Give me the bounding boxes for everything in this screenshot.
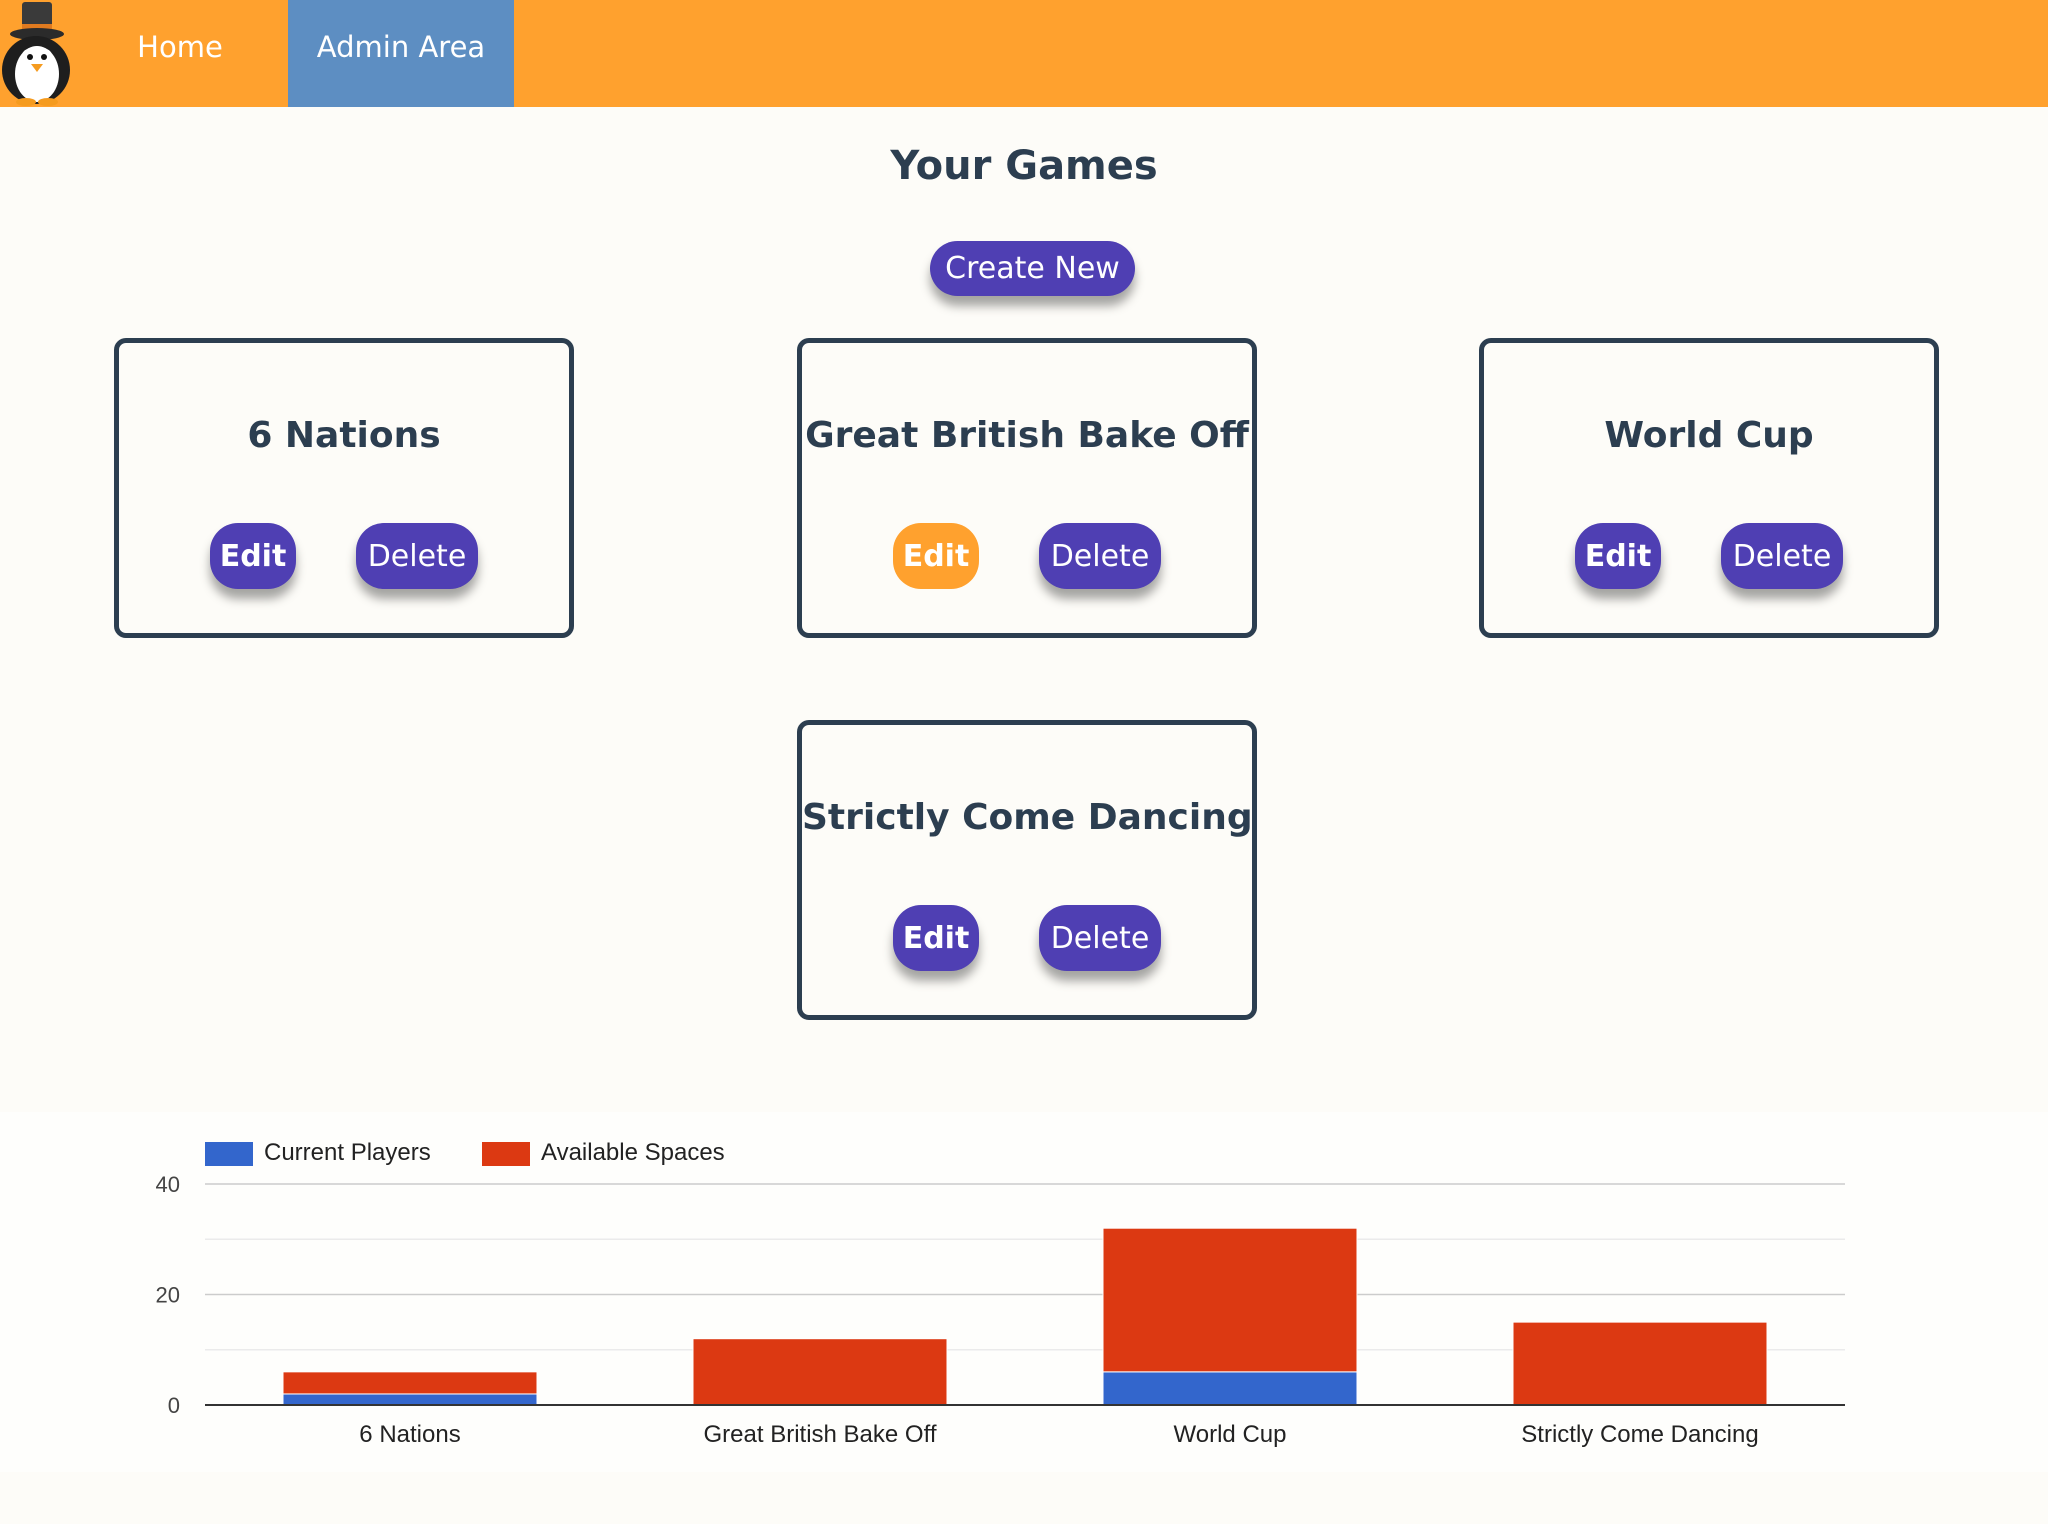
game-card: Great British Bake Off Edit Delete xyxy=(797,338,1257,638)
game-title: World Cup xyxy=(1604,415,1814,456)
delete-button[interactable]: Delete xyxy=(356,523,478,589)
x-tick-label: Great British Bake Off xyxy=(704,1421,937,1448)
bar xyxy=(282,1393,538,1406)
y-tick-label: 0 xyxy=(168,1393,180,1418)
top-hat-penguin-icon[interactable] xyxy=(0,0,75,107)
game-card: Strictly Come Dancing Edit Delete xyxy=(797,720,1257,1020)
y-tick-label: 40 xyxy=(156,1172,180,1197)
bar-chart-svg: 0 20 40 6 Nations Great British Bake Off Worl… xyxy=(156,1172,1845,1448)
page-title: Your Games xyxy=(890,143,1158,189)
players-chart: Current Players Available Spaces 0 20 40 6 … xyxy=(0,1112,2048,1472)
bar xyxy=(1512,1321,1768,1406)
x-tick-label: World Cup xyxy=(1174,1421,1287,1448)
game-title: 6 Nations xyxy=(247,415,441,456)
edit-button[interactable]: Edit xyxy=(893,523,979,589)
edit-button[interactable]: Edit xyxy=(1575,523,1661,589)
nav-home[interactable]: Home xyxy=(115,0,245,107)
delete-button[interactable]: Delete xyxy=(1039,905,1161,971)
edit-button[interactable]: Edit xyxy=(210,523,296,589)
game-card: World Cup Edit Delete xyxy=(1479,338,1939,638)
edit-button[interactable]: Edit xyxy=(893,905,979,971)
y-tick-label: 20 xyxy=(156,1283,180,1308)
create-new-button[interactable]: Create New xyxy=(930,241,1135,296)
bar xyxy=(1102,1227,1358,1373)
x-tick-label: Strictly Come Dancing xyxy=(1521,1421,1758,1448)
game-title: Strictly Come Dancing xyxy=(802,797,1253,838)
delete-button[interactable]: Delete xyxy=(1721,523,1843,589)
delete-button[interactable]: Delete xyxy=(1039,523,1161,589)
game-title: Great British Bake Off xyxy=(805,415,1249,456)
x-tick-label: 6 Nations xyxy=(359,1421,460,1448)
bar xyxy=(282,1371,538,1395)
navbar: Home Admin Area xyxy=(0,0,2048,107)
nav-admin-area[interactable]: Admin Area xyxy=(288,0,514,107)
game-card: 6 Nations Edit Delete xyxy=(114,338,574,638)
bar xyxy=(1102,1371,1358,1406)
bar xyxy=(692,1338,948,1406)
